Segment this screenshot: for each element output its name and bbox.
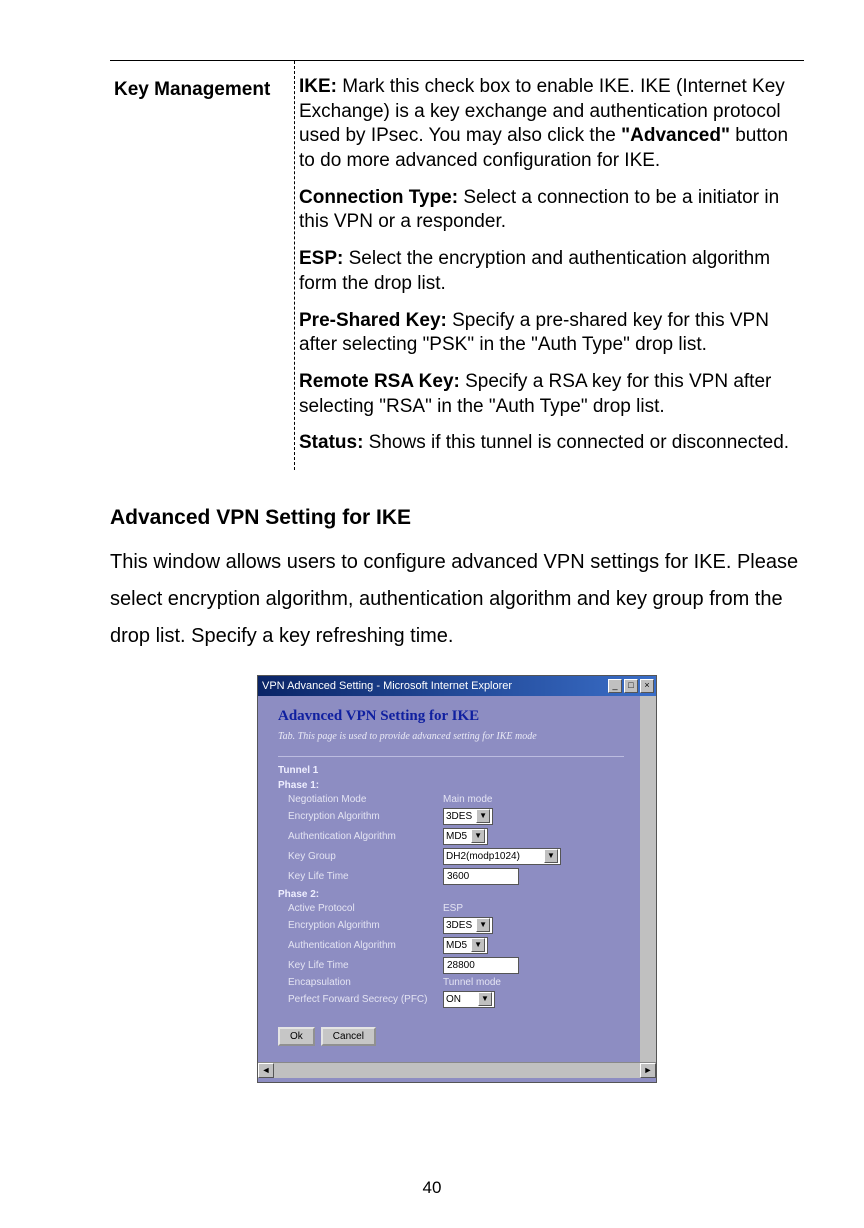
para-rsa: Remote RSA Key: Specify a RSA key for th… xyxy=(299,370,802,419)
chevron-down-icon: ▼ xyxy=(471,829,485,843)
p2-auth-algorithm: Authentication Algorithm MD5▼ xyxy=(278,937,624,954)
scroll-left-icon[interactable]: ◄ xyxy=(258,1063,274,1078)
ie-window: VPN Advanced Setting - Microsoft Interne… xyxy=(257,675,657,1083)
horizontal-scrollbar[interactable]: ◄ ► xyxy=(258,1062,656,1078)
p2-key-life-time: Key Life Time 28800 xyxy=(278,957,624,974)
page-number: 40 xyxy=(0,1178,864,1198)
chevron-down-icon: ▼ xyxy=(476,918,490,932)
key-management-row: Key Management IKE: Mark this check box … xyxy=(110,60,804,470)
chevron-down-icon: ▼ xyxy=(544,849,558,863)
ok-button[interactable]: Ok xyxy=(278,1027,315,1046)
p1-negotiation-mode: Negotiation Mode Main mode xyxy=(278,794,624,805)
scroll-right-icon[interactable]: ► xyxy=(640,1063,656,1078)
para-psk: Pre-Shared Key: Specify a pre-shared key… xyxy=(299,309,802,358)
table-right-content: IKE: Mark this check box to enable IKE. … xyxy=(295,61,804,470)
window-title: VPN Advanced Setting - Microsoft Interne… xyxy=(262,680,512,692)
p1-encryption-algorithm: Encryption Algorithm 3DES▼ xyxy=(278,808,624,825)
p1-key-life-time: Key Life Time 3600 xyxy=(278,868,624,885)
tunnel-label: Tunnel 1 xyxy=(278,765,624,776)
cancel-button[interactable]: Cancel xyxy=(321,1027,376,1046)
app-title: Adavnced VPN Setting for IKE xyxy=(278,708,624,725)
phase2-label: Phase 2: xyxy=(278,889,624,900)
table-left-heading: Key Management xyxy=(110,61,295,470)
p2-encryption-algorithm: Encryption Algorithm 3DES▼ xyxy=(278,917,624,934)
p2-pfs-select[interactable]: ON▼ xyxy=(443,991,495,1008)
embedded-screenshot: VPN Advanced Setting - Microsoft Interne… xyxy=(110,675,804,1083)
p1-auth-algorithm: Authentication Algorithm MD5▼ xyxy=(278,828,624,845)
tab-description: Tab. This page is used to provide advanc… xyxy=(278,731,624,742)
p1-encryption-select[interactable]: 3DES▼ xyxy=(443,808,493,825)
p1-keygroup-select[interactable]: DH2(modp1024)▼ xyxy=(443,848,561,865)
para-ike: IKE: Mark this check box to enable IKE. … xyxy=(299,75,802,174)
phase1-label: Phase 1: xyxy=(278,780,624,791)
para-connection-type: Connection Type: Select a connection to … xyxy=(299,186,802,235)
p1-auth-select[interactable]: MD5▼ xyxy=(443,828,488,845)
p2-pfs: Perfect Forward Secrecy (PFC) ON▼ xyxy=(278,991,624,1008)
minimize-button[interactable]: _ xyxy=(608,679,622,693)
p2-auth-select[interactable]: MD5▼ xyxy=(443,937,488,954)
para-esp: ESP: Select the encryption and authentic… xyxy=(299,247,802,296)
maximize-button[interactable]: □ xyxy=(624,679,638,693)
p2-active-protocol: Active Protocol ESP xyxy=(278,903,624,914)
chevron-down-icon: ▼ xyxy=(478,992,492,1006)
p2-encryption-select[interactable]: 3DES▼ xyxy=(443,917,493,934)
section-heading: Advanced VPN Setting for IKE xyxy=(110,506,804,530)
p1-keylife-input[interactable]: 3600 xyxy=(443,868,519,885)
chevron-down-icon: ▼ xyxy=(471,938,485,952)
para-status: Status: Shows if this tunnel is connecte… xyxy=(299,431,802,456)
close-button[interactable]: × xyxy=(640,679,654,693)
p2-encapsulation: Encapsulation Tunnel mode xyxy=(278,977,624,988)
p2-keylife-input[interactable]: 28800 xyxy=(443,957,519,974)
p1-key-group: Key Group DH2(modp1024)▼ xyxy=(278,848,624,865)
section-body: This window allows users to configure ad… xyxy=(110,544,804,655)
titlebar: VPN Advanced Setting - Microsoft Interne… xyxy=(258,676,656,696)
chevron-down-icon: ▼ xyxy=(476,809,490,823)
